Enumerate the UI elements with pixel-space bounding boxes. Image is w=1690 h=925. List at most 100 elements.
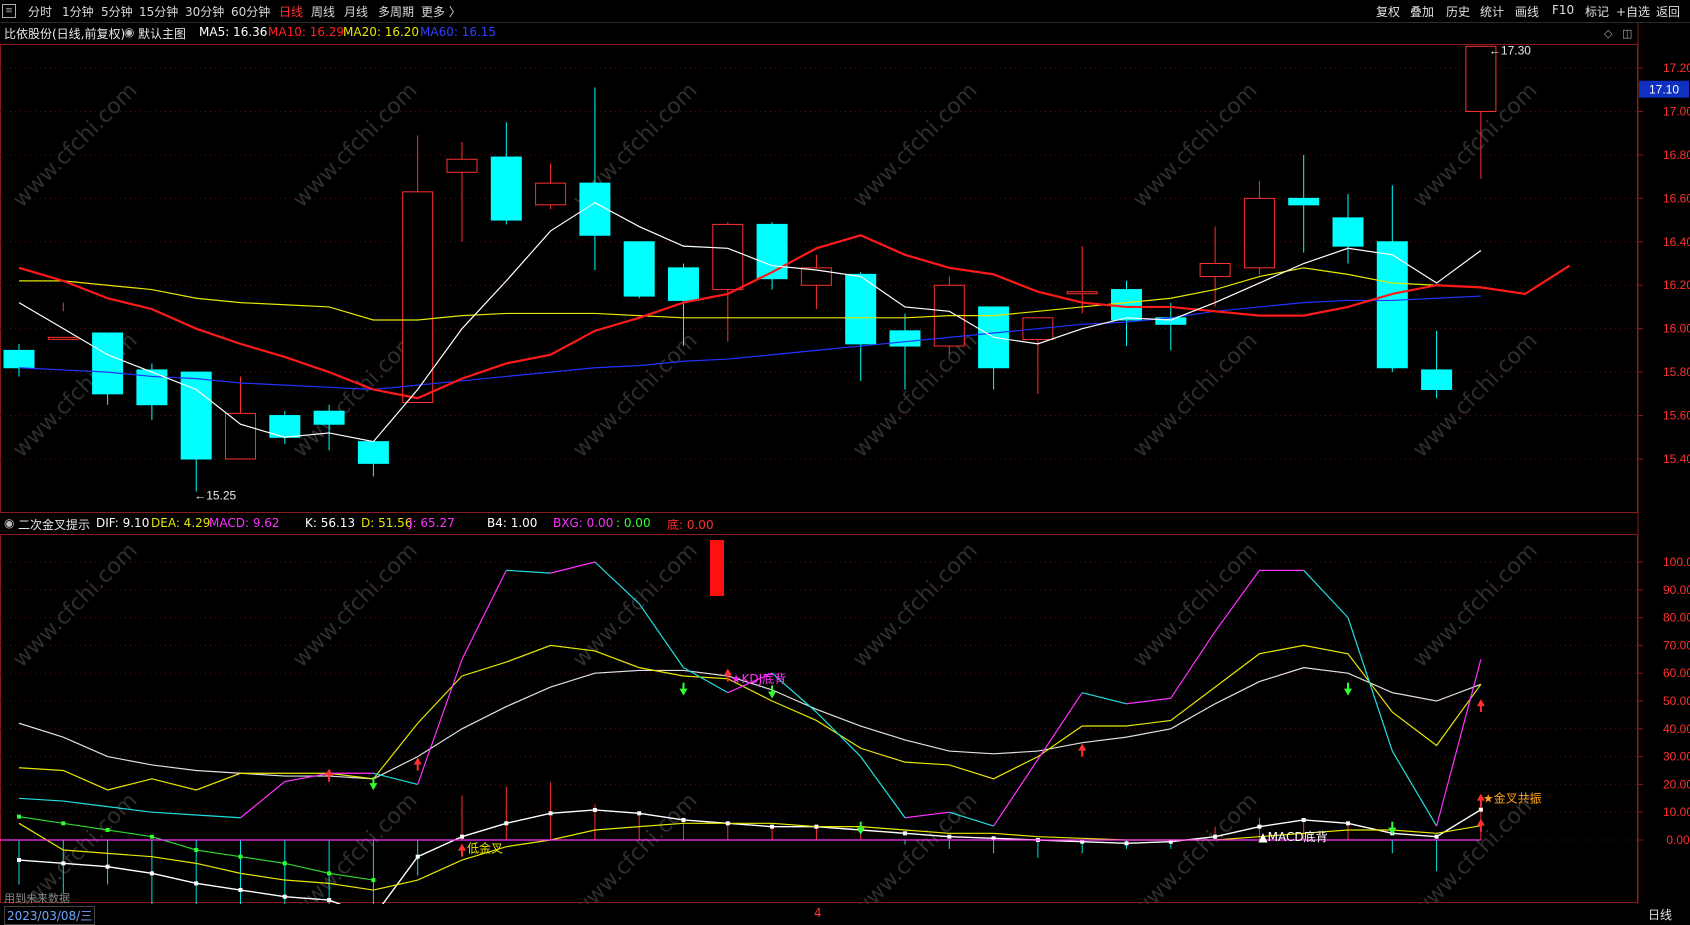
candle-body	[1199, 263, 1231, 278]
dif-point	[725, 821, 730, 826]
j-line-segment	[284, 772, 330, 783]
candle-body	[1376, 241, 1408, 369]
dif-point	[105, 864, 110, 869]
time-axis-bar: 2023/03/08/三 4 日线	[0, 904, 1690, 925]
watermark-text: www.cfchi.com	[568, 538, 702, 672]
j-line-segment	[1126, 697, 1171, 705]
bxg-point	[149, 834, 154, 839]
period-label[interactable]: 日线	[1648, 906, 1672, 923]
watermark-text: www.cfchi.com	[568, 328, 702, 462]
indicator-tick-label: 40.00	[1663, 722, 1690, 736]
dif-point	[415, 854, 420, 859]
dif-point	[592, 807, 597, 812]
indicator-tick-label: 100.0	[1663, 555, 1690, 569]
watermark-text: www.cfchi.com	[1408, 328, 1542, 462]
price-tick-label: 16.60	[1663, 191, 1690, 205]
down-arrow-icon	[1344, 682, 1352, 696]
kline-chart[interactable]: 17.20 17.00 16.80 16.60 16.40 16.20 16.00 15.80…	[0, 0, 1690, 922]
j-line-segment	[550, 561, 596, 574]
j-line-segment	[638, 603, 684, 668]
dif-point	[681, 817, 686, 822]
price-tick-label: 15.40	[1663, 452, 1690, 466]
golden-cross-resonance-label: ★金叉共振	[1483, 790, 1542, 805]
signal-bar	[710, 540, 724, 596]
indicator-tick-label: 10.00	[1663, 805, 1690, 819]
price-tick-label: 15.80	[1663, 365, 1690, 379]
up-arrow-icon	[1476, 699, 1485, 713]
watermark-text: www.cfchi.com	[568, 788, 702, 922]
dif-point	[1346, 821, 1350, 826]
dif-point	[548, 811, 553, 816]
j-line-segment	[506, 569, 551, 574]
candle-body	[623, 241, 655, 297]
watermark-text: www.cfchi.com	[8, 78, 142, 212]
indicator-tick-label: 90.00	[1663, 583, 1690, 597]
j-line-segment	[1436, 659, 1482, 827]
d-line	[18, 644, 1482, 791]
date-readout: 2023/03/08/三	[4, 906, 96, 925]
candle-body	[357, 441, 389, 464]
candle-body	[402, 191, 434, 404]
up-arrow-icon	[325, 768, 334, 782]
watermark-text: www.cfchi.com	[1408, 788, 1542, 922]
price-tick-label: 16.40	[1663, 235, 1690, 249]
candle-body	[1288, 197, 1320, 206]
dif-point	[282, 894, 287, 899]
j-line-segment	[63, 800, 108, 808]
high-price-label: ←17.30	[1489, 43, 1531, 57]
j-line-segment	[860, 756, 906, 819]
j-line-segment	[594, 561, 640, 605]
window-icon[interactable]: ◫	[1622, 27, 1632, 40]
watermark-text: www.cfchi.com	[1128, 78, 1262, 212]
candle-body	[845, 273, 877, 345]
bxg-point	[17, 814, 21, 819]
down-arrow-icon	[856, 821, 865, 835]
candle-body	[1066, 291, 1098, 295]
up-arrow-icon	[413, 757, 422, 771]
j-line-segment	[1391, 750, 1438, 827]
j-line-segment	[373, 772, 418, 785]
watermark-text: www.cfchi.com	[848, 328, 982, 462]
j-line-segment	[815, 711, 862, 758]
bxg-point	[327, 871, 332, 876]
j-line-segment	[1082, 692, 1127, 705]
dif-point	[637, 811, 642, 816]
price-tick-label: 16.00	[1663, 322, 1690, 336]
candle-body	[3, 349, 35, 369]
watermark-text: www.cfchi.com	[288, 538, 422, 672]
date-marker: 4	[814, 906, 822, 920]
watermark-text: www.cfchi.com	[1128, 788, 1262, 922]
j-line-segment	[417, 659, 463, 785]
indicator-tick-label: 20.00	[1663, 777, 1690, 791]
dif-point	[327, 898, 332, 903]
watermark-text: www.cfchi.com	[1408, 538, 1542, 672]
bxg-point	[61, 821, 66, 826]
low-golden-cross-label: 低金叉	[467, 840, 503, 855]
ma10-line	[18, 234, 1571, 400]
candle-body	[535, 182, 567, 206]
dif-point	[1478, 807, 1483, 812]
watermark-text: www.cfchi.com	[848, 78, 982, 212]
price-tick-label: 16.80	[1663, 148, 1690, 162]
j-line-segment	[993, 759, 1039, 827]
kdj-divergence-label: ★KDJ底背	[731, 671, 786, 686]
dif-point	[504, 821, 509, 826]
dif-point	[1124, 841, 1129, 846]
j-line-segment	[1347, 617, 1393, 752]
indicator-tick-label: 60.00	[1663, 666, 1690, 680]
dif-point	[1301, 817, 1306, 822]
down-arrow-icon	[679, 682, 688, 696]
j-line-segment	[1037, 692, 1083, 760]
candle-body	[490, 156, 522, 221]
candle-body	[668, 267, 699, 301]
candle-body	[1332, 217, 1364, 247]
watermark-text: www.cfchi.com	[1128, 328, 1262, 462]
dif-point	[61, 861, 66, 866]
bxg-point	[105, 827, 110, 832]
low-price-label: ←15.25	[194, 489, 236, 503]
candle-body	[1243, 197, 1275, 269]
diamond-icon[interactable]: ◇	[1604, 27, 1612, 40]
j-line-segment	[1170, 631, 1216, 699]
watermark-text: www.cfchi.com	[848, 788, 982, 922]
bxg-point	[282, 861, 287, 866]
